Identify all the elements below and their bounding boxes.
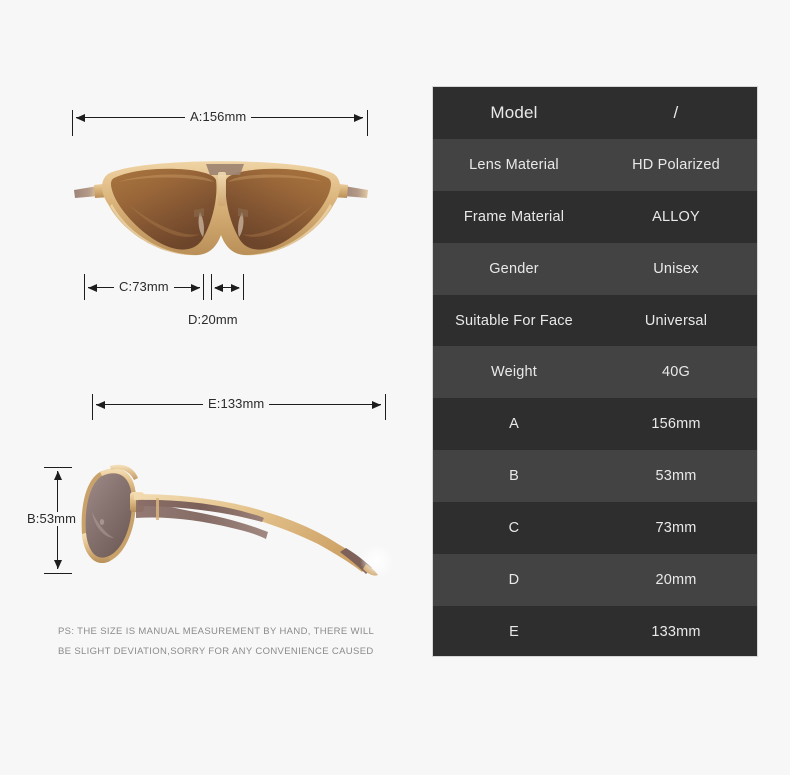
spec-value: ALLOY — [652, 208, 700, 225]
measurement-diagram-panel: A:156mm C:73mm D:20mm E:133mm B:53mm PS:… — [0, 0, 430, 775]
dimension-cd-tick-mid — [203, 274, 204, 300]
dimension-a-arrow-right — [354, 113, 363, 122]
table-row: D 20mm — [433, 554, 757, 606]
table-row: Model / — [433, 87, 757, 139]
measurement-disclaimer-note: PS: THE SIZE IS MANUAL MEASUREMENT BY HA… — [58, 622, 418, 662]
dimension-d-label: D:20mm — [188, 312, 238, 327]
spec-value: 53mm — [655, 468, 697, 485]
dimension-e-tick-right — [385, 394, 386, 420]
sunglasses-front-view-image — [66, 142, 376, 262]
note-line-2: BE SLIGHT DEVIATION,SORRY FOR ANY CONVEN… — [58, 646, 374, 657]
spec-value: 73mm — [655, 520, 697, 537]
dimension-e-tick-left — [92, 394, 93, 420]
spec-value: 133mm — [651, 623, 701, 640]
spec-value: Unisex — [653, 260, 699, 277]
sunglasses-side-view-image — [70, 448, 420, 593]
dimension-d-arrow-left — [214, 283, 223, 292]
spec-value: 156mm — [651, 416, 701, 433]
spec-value: HD Polarized — [632, 156, 720, 173]
spec-label: B — [509, 468, 519, 485]
dimension-e-arrow-right — [372, 400, 381, 409]
product-spec-page: A:156mm C:73mm D:20mm E:133mm B:53mm PS:… — [0, 0, 790, 775]
dimension-c-arrow-right — [191, 283, 200, 292]
table-row: Suitable For Face Universal — [433, 294, 757, 347]
spec-label: Lens Material — [469, 156, 559, 173]
spec-label: D — [508, 571, 520, 588]
spec-label: Model — [490, 102, 538, 122]
dimension-c-arrow-left — [88, 283, 97, 292]
dimension-d-tick-left — [211, 274, 212, 300]
table-row: Gender Unisex — [433, 242, 757, 295]
dimension-b-arrow-down — [53, 560, 62, 569]
dimension-c-tick-left — [84, 274, 85, 300]
table-row: E 133mm — [433, 605, 757, 656]
table-row: Lens Material HD Polarized — [433, 138, 757, 191]
spec-label: A — [509, 416, 519, 433]
dimension-a-arrow-left — [76, 113, 85, 122]
spec-value: 40G — [661, 364, 690, 381]
dimension-c-label: C:73mm — [114, 280, 174, 294]
dimension-a-tick-right — [367, 110, 368, 136]
spec-label: C — [508, 520, 520, 537]
dimension-e-label: E:133mm — [203, 397, 270, 411]
spec-label: Frame Material — [463, 208, 565, 225]
table-row: Weight 40G — [433, 346, 757, 399]
note-line-1: PS: THE SIZE IS MANUAL MEASUREMENT BY HA… — [58, 626, 375, 637]
dimension-b-tick-top — [44, 467, 72, 468]
spec-label: Gender — [489, 260, 539, 277]
spec-label: E — [509, 623, 519, 640]
spec-value: / — [673, 102, 679, 122]
spec-value: 20mm — [655, 571, 697, 588]
dimension-d-tick-right — [243, 274, 244, 300]
dimension-a-label: A:156mm — [185, 110, 252, 124]
specification-table: Model / Lens Material HD Polarized Frame… — [432, 86, 758, 657]
dimension-b-tick-bottom — [44, 573, 72, 574]
dimension-d-arrow-right — [231, 283, 240, 292]
spec-value: Universal — [644, 312, 708, 329]
table-row: B 53mm — [433, 450, 757, 503]
dimension-b-arrow-up — [53, 471, 62, 480]
spec-label: Suitable For Face — [455, 312, 573, 329]
table-row: A 156mm — [433, 398, 757, 451]
spec-label: Weight — [490, 364, 538, 381]
table-row: C 73mm — [433, 502, 757, 555]
dimension-e-arrow-left — [96, 400, 105, 409]
table-row: Frame Material ALLOY — [433, 190, 757, 243]
dimension-a-tick-left — [72, 110, 73, 136]
